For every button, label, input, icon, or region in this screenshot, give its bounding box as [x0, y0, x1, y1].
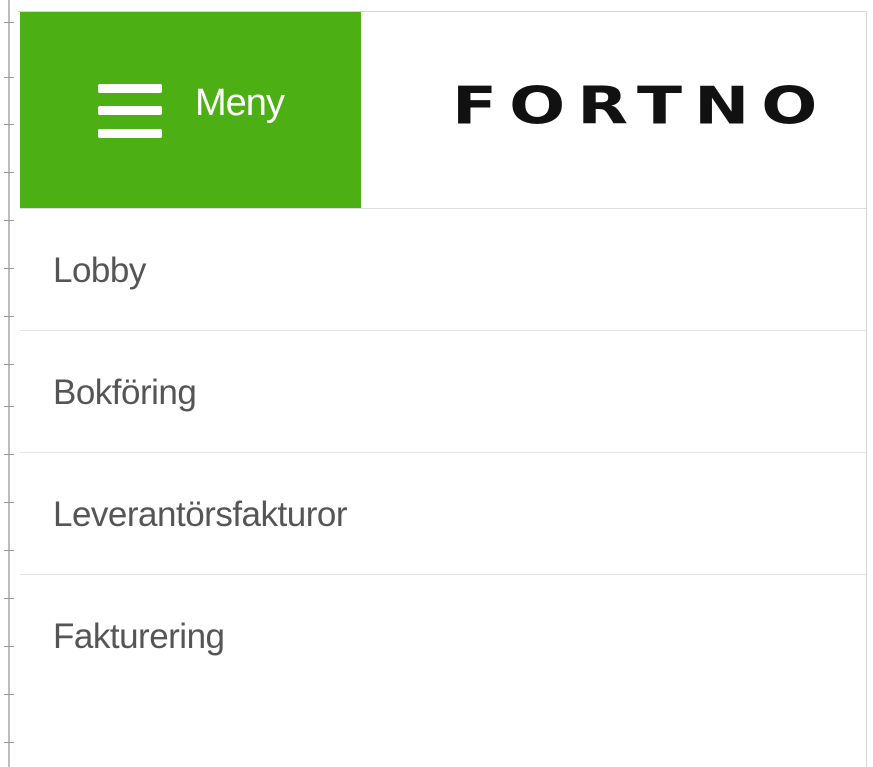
menu-label: Meny	[195, 82, 285, 124]
nav-item-bokforing[interactable]: Bokföring	[20, 331, 866, 453]
left-edge-line	[8, 0, 10, 767]
ruler-tick	[4, 22, 14, 23]
ruler-tick	[4, 364, 14, 365]
ruler-tick	[4, 742, 14, 743]
app-header: Meny FORTNO	[20, 12, 866, 209]
hamburger-icon	[98, 84, 162, 138]
nav-item-label: Bokföring	[53, 373, 197, 412]
nav-item-fakturering[interactable]: Fakturering	[20, 575, 866, 696]
nav-item-leverantorsfakturor[interactable]: Leverantörsfakturor	[20, 453, 866, 575]
window-left-edge	[0, 0, 18, 767]
nav-item-label: Fakturering	[53, 617, 225, 656]
ruler-tick	[4, 406, 14, 407]
main-nav: Lobby Bokföring Leverantörsfakturor Fakt…	[20, 209, 866, 696]
nav-item-lobby[interactable]: Lobby	[20, 209, 866, 331]
nav-item-label: Leverantörsfakturor	[53, 495, 347, 534]
nav-item-label: Lobby	[53, 251, 146, 290]
ruler-tick	[4, 77, 14, 78]
menu-button[interactable]: Meny	[20, 12, 361, 208]
ruler-tick	[4, 550, 14, 551]
ruler-tick	[4, 598, 14, 599]
ruler-tick	[4, 502, 14, 503]
ruler-tick	[4, 694, 14, 695]
ruler-tick	[4, 454, 14, 455]
panel-right-border	[866, 11, 867, 767]
ruler-tick	[4, 172, 14, 173]
fortnox-logo[interactable]: FORTNO	[452, 76, 829, 136]
ruler-tick	[4, 646, 14, 647]
ruler-tick	[4, 268, 14, 269]
ruler-tick	[4, 220, 14, 221]
ruler-tick	[4, 124, 14, 125]
ruler-tick	[4, 316, 14, 317]
